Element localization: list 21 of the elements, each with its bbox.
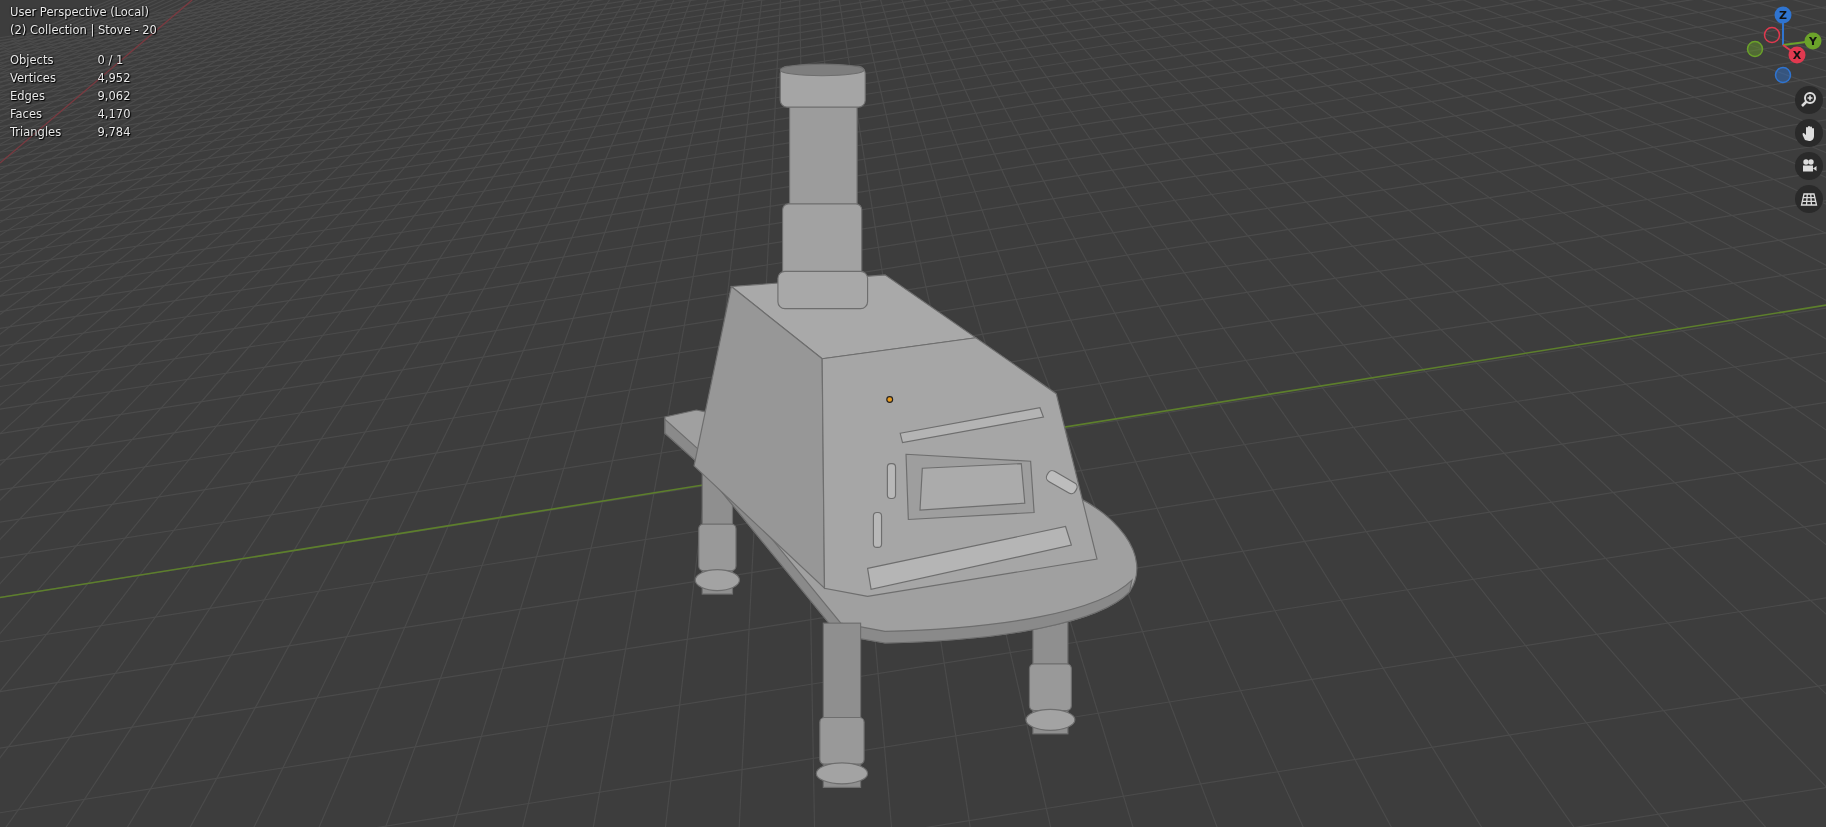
stat-value: 4,952 (97, 70, 132, 87)
negative-axis-handle[interactable] (1774, 66, 1792, 84)
negative-axis-handle[interactable] (1763, 26, 1781, 44)
stat-label: Objects (10, 52, 55, 69)
camera-icon (1800, 157, 1818, 175)
stat-value: 4,170 (97, 106, 132, 123)
stat-label: Vertices (10, 70, 57, 87)
stat-label: Edges (10, 88, 46, 105)
negative-axis-handle[interactable] (1746, 40, 1764, 58)
stat-value: 0 / 1 (97, 52, 125, 69)
stat-label: Triangles (10, 124, 63, 141)
stat-value: 9,784 (97, 124, 132, 141)
view-name: User Perspective (Local) (10, 4, 150, 21)
grid-icon (1800, 190, 1818, 208)
stat-label: Faces (10, 106, 43, 123)
collection-label: (2) Collection | Stove - 20 (10, 22, 157, 39)
axis-handle[interactable]: Y (1804, 32, 1822, 50)
stat-value: 9,062 (97, 88, 132, 105)
axis-handle[interactable]: Z (1774, 6, 1792, 24)
zoom-icon (1800, 91, 1818, 109)
axis-handle[interactable]: X (1788, 46, 1806, 64)
